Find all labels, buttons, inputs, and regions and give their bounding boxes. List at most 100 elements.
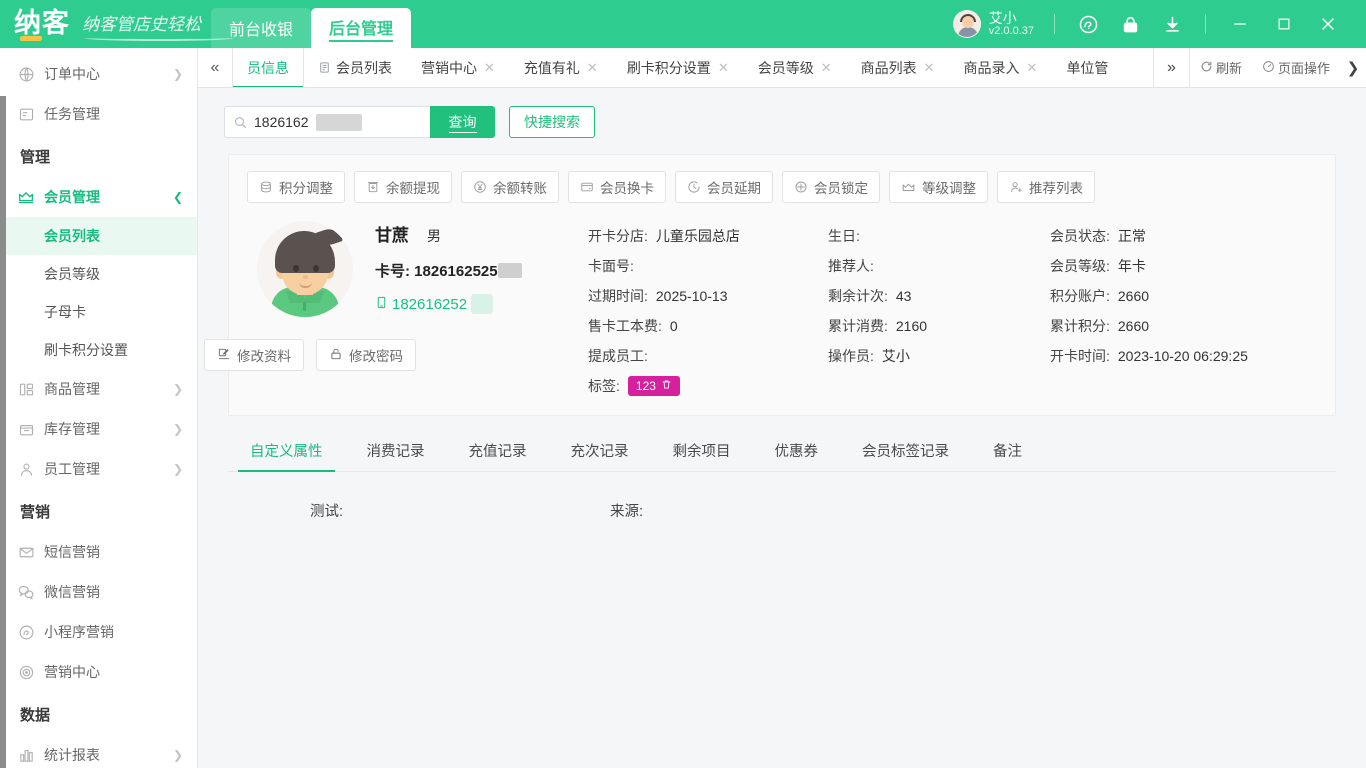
- sidebar-item-wechat-marketing[interactable]: 微信营销: [0, 572, 197, 612]
- target-icon: [16, 662, 36, 682]
- sidebar-item-sms-marketing[interactable]: 短信营销: [0, 532, 197, 572]
- sidebar-item-card-points-setting[interactable]: 刷卡积分设置: [0, 331, 197, 369]
- field-value: 2025-10-13: [655, 288, 728, 304]
- headset-icon[interactable]: [1067, 0, 1109, 48]
- custom-field-label: 测试:: [310, 504, 344, 520]
- app-header: 纳客 纳客管店史轻松 前台收银 后台管理 艾小 v2.0.0.37: [0, 0, 1366, 48]
- member-lock-button[interactable]: 会员锁定: [782, 171, 880, 203]
- tab-member-level[interactable]: 会员等级 ✕: [744, 48, 847, 87]
- quick-search-button[interactable]: 快捷搜索: [509, 106, 595, 138]
- trash-icon[interactable]: [661, 379, 672, 393]
- tab-recharge-gift[interactable]: 充值有礼 ✕: [510, 48, 613, 87]
- tab-remarks[interactable]: 备注: [971, 430, 1044, 471]
- chevron-right-icon[interactable]: ❯: [1340, 59, 1366, 77]
- status-badge[interactable]: 123: [627, 376, 680, 396]
- field-label: 过期时间:: [588, 288, 648, 304]
- sidebar-sub-label: 刷卡积分设置: [44, 342, 128, 358]
- close-icon[interactable]: ✕: [1027, 60, 1038, 76]
- member-change-card-button[interactable]: 会员换卡: [568, 171, 666, 203]
- close-icon[interactable]: [1306, 0, 1350, 48]
- sidebar-item-miniprogram-marketing[interactable]: 小程序营销: [0, 612, 197, 652]
- tab-coupons[interactable]: 优惠券: [753, 430, 841, 471]
- detail-tab-label: 剩余项目: [672, 444, 731, 460]
- sidebar-item-label: 任务管理: [44, 106, 100, 122]
- close-icon[interactable]: ✕: [484, 60, 495, 76]
- member-extend-button[interactable]: 会员延期: [675, 171, 773, 203]
- maximize-icon[interactable]: [1262, 0, 1306, 48]
- level-adjust-button[interactable]: 等级调整: [889, 171, 988, 203]
- sidebar-item-inventory[interactable]: 库存管理 ❯: [0, 409, 197, 449]
- tab-recharge-records[interactable]: 充值记录: [447, 430, 549, 471]
- field-label: 剩余计次:: [828, 288, 888, 304]
- divider: [1205, 14, 1206, 34]
- clipboard-icon: [318, 61, 331, 74]
- tab-count-records[interactable]: 充次记录: [549, 430, 651, 471]
- top-tab-backend[interactable]: 后台管理: [311, 8, 412, 48]
- search-icon: [233, 115, 248, 130]
- sidebar-item-staff[interactable]: 员工管理 ❯: [0, 449, 197, 489]
- task-icon: [16, 104, 36, 124]
- referral-list-button[interactable]: 推荐列表: [997, 171, 1095, 203]
- close-icon[interactable]: ✕: [821, 60, 832, 76]
- double-chevron-right-icon[interactable]: »: [1152, 48, 1189, 87]
- tab-member-list[interactable]: 会员列表: [304, 48, 407, 87]
- query-button[interactable]: 查询: [430, 106, 495, 138]
- tab-consumption-records[interactable]: 消费记录: [345, 430, 447, 471]
- sidebar-item-marketing-center[interactable]: 营销中心: [0, 652, 197, 692]
- edit-profile-button[interactable]: 修改资料: [204, 339, 304, 371]
- field-value: 艾小: [881, 348, 910, 364]
- points-adjust-button[interactable]: 积分调整: [247, 171, 345, 203]
- tab-goods-list[interactable]: 商品列表 ✕: [847, 48, 950, 87]
- tab-member-info[interactable]: 员信息: [232, 48, 304, 87]
- download-icon[interactable]: [1151, 0, 1193, 48]
- page-ops-label: 页面操作: [1277, 61, 1330, 76]
- sidebar-item-member-list[interactable]: 会员列表: [0, 217, 197, 255]
- member-panel: 积分调整 余额提现 余额转账 会员换卡 会员延期 会员锁定 等级调整 推荐列表 …: [204, 154, 1336, 416]
- double-chevron-left-icon[interactable]: «: [198, 48, 232, 87]
- user-icon: [16, 459, 36, 479]
- sidebar-item-label: 短信营销: [44, 544, 100, 560]
- sidebar-item-label: 小程序营销: [44, 624, 114, 640]
- tab-card-points-setting[interactable]: 刷卡积分设置 ✕: [613, 48, 744, 87]
- user-box[interactable]: 艾小 v2.0.0.37: [952, 10, 1034, 38]
- page-ops-button[interactable]: 页面操作: [1252, 58, 1340, 77]
- field-label: 会员状态:: [1050, 228, 1110, 244]
- sidebar-group-marketing: 营销: [20, 504, 51, 521]
- sidebar-item-member-manage[interactable]: 会员管理 ❮: [0, 177, 197, 217]
- database-icon: [259, 180, 273, 194]
- balance-withdraw-button[interactable]: 余额提现: [354, 171, 452, 203]
- sidebar-item-goods-manage[interactable]: 商品管理 ❯: [0, 369, 197, 409]
- tab-goods-entry[interactable]: 商品录入 ✕: [950, 48, 1053, 87]
- chart-icon: [16, 745, 36, 765]
- tab-member-tag-records[interactable]: 会员标签记录: [840, 430, 971, 471]
- search-input[interactable]: 1826162: [224, 106, 430, 138]
- tab-marketing-center[interactable]: 营销中心 ✕: [407, 48, 510, 87]
- tab-remaining-items[interactable]: 剩余项目: [651, 430, 753, 471]
- close-icon[interactable]: ✕: [924, 60, 935, 76]
- minimize-icon[interactable]: [1218, 0, 1262, 48]
- lock-icon[interactable]: [1109, 0, 1151, 48]
- close-icon[interactable]: ✕: [587, 60, 598, 76]
- app-logo: 纳客: [14, 9, 70, 41]
- tab-custom-attributes[interactable]: 自定义属性: [228, 430, 345, 472]
- sidebar-item-member-level[interactable]: 会员等级: [0, 255, 197, 293]
- top-tab-cashier[interactable]: 前台收银: [211, 8, 312, 48]
- field-total-consumption: 累计消费: 2160: [828, 311, 1050, 341]
- sidebar-item-reports[interactable]: 统计报表 ❯: [0, 735, 197, 768]
- balance-transfer-button[interactable]: 余额转账: [461, 171, 559, 203]
- member-phone-row[interactable]: 182616252: [375, 294, 588, 314]
- op-label: 会员延期: [707, 181, 761, 196]
- sidebar-item-parent-child-card[interactable]: 子母卡: [0, 293, 197, 331]
- refresh-button[interactable]: 刷新: [1190, 58, 1252, 77]
- detail-tab-label: 自定义属性: [250, 444, 323, 460]
- close-icon[interactable]: ✕: [718, 60, 729, 76]
- sidebar-item-tasks[interactable]: 任务管理: [0, 94, 197, 134]
- tab-unit-manage[interactable]: 单位管: [1052, 48, 1123, 87]
- sidebar-scrollbar[interactable]: [0, 96, 6, 768]
- field-open-branch: 开卡分店: 儿童乐园总店: [588, 221, 828, 251]
- sidebar-item-orders[interactable]: 订单中心 ❯: [0, 54, 197, 94]
- top-tab-backend-label: 后台管理: [329, 15, 394, 42]
- field-value: 2660: [1117, 318, 1150, 334]
- query-label: 查询: [448, 112, 477, 133]
- field-value: 2023-10-20 06:29:25: [1117, 348, 1248, 364]
